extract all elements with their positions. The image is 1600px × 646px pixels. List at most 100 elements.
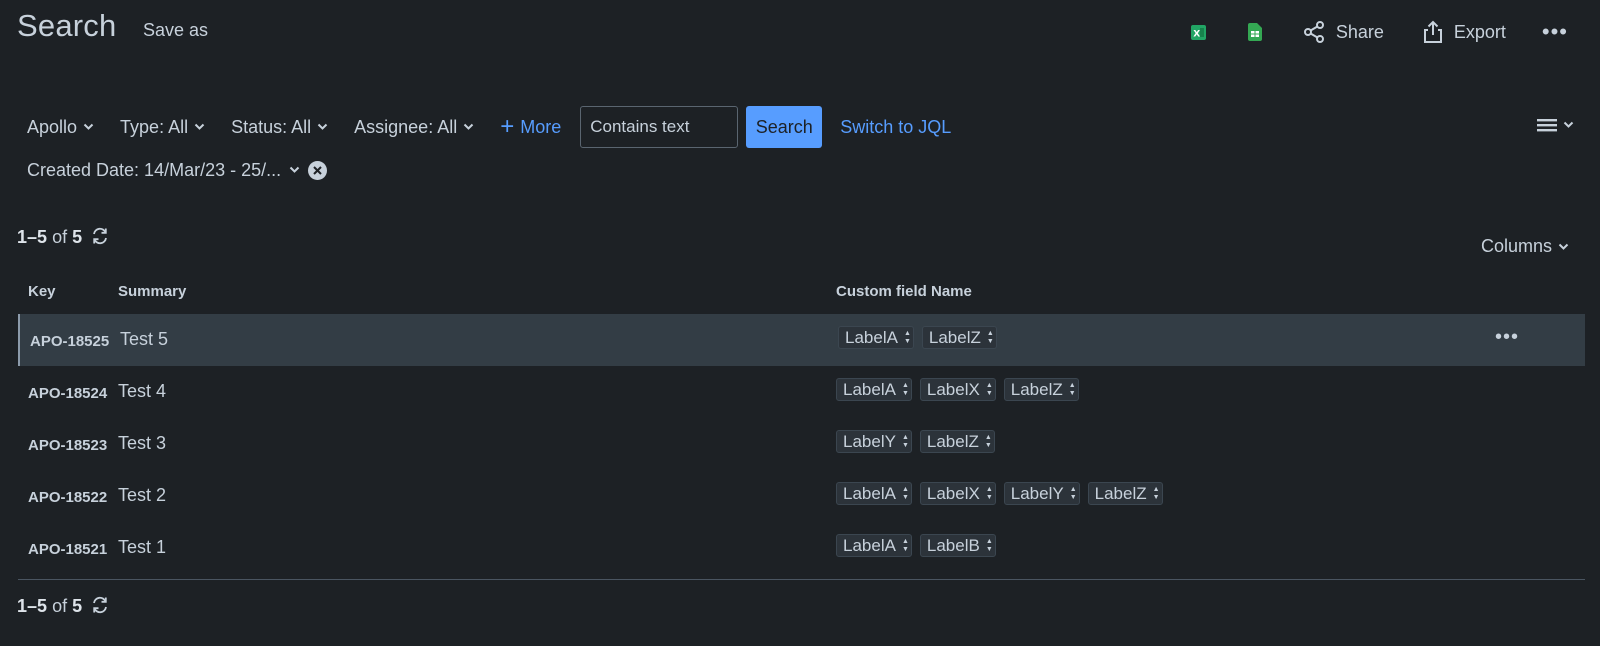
sort-arrows-icon: ▲ ▼ [984,433,992,449]
issue-key[interactable]: APO-18521 [28,541,107,558]
table-row[interactable]: APO-18523 Test 3 LabelY ▲ ▼ LabelZ ▲ ▼ [18,418,1585,470]
plus-icon: + [500,113,515,140]
sort-arrows-icon: ▲ ▼ [985,485,993,501]
label-text: LabelZ [926,431,979,451]
label-tag[interactable]: LabelX ▲ ▼ [919,482,996,505]
label-text: LabelY [1010,483,1064,503]
created-date-filter[interactable]: Created Date: 14/Mar/23 - 25/... [27,157,328,183]
column-header-key[interactable]: Key [28,283,56,300]
switch-to-jql-link[interactable]: Switch to JQL [840,117,951,138]
type-filter-label: Type: All [120,116,189,137]
sort-arrows-icon: ▲ ▼ [901,485,909,501]
label-tag[interactable]: LabelZ ▲ ▼ [1003,378,1079,401]
label-text: LabelA [843,379,896,399]
column-header-summary[interactable]: Summary [118,283,186,300]
chevron-down-icon [83,123,94,130]
assignee-filter[interactable]: Assignee: All [354,117,474,138]
sort-arrows-icon: ▲ ▼ [1068,381,1076,397]
chevron-down-icon[interactable] [289,166,300,174]
label-tag[interactable]: LabelY ▲ ▼ [1003,482,1080,505]
export-button[interactable]: Export [1422,20,1506,44]
clear-filter-icon[interactable] [308,160,328,180]
label-text: LabelY [843,431,896,451]
label-tag[interactable]: LabelX ▲ ▼ [919,378,996,401]
label-tag[interactable]: LabelZ ▲ ▼ [921,326,997,349]
issue-key[interactable]: APO-18524 [28,385,107,402]
issue-summary[interactable]: Test 4 [118,381,166,402]
issue-key[interactable]: APO-18525 [30,333,109,350]
sort-arrows-icon: ▲ ▼ [901,433,909,449]
chevron-down-icon [194,123,205,130]
label-tag[interactable]: LabelA ▲ ▼ [836,482,912,505]
sort-arrows-icon: ▲ ▼ [1152,485,1160,501]
columns-label: Columns [1480,236,1552,256]
sort-arrows-icon: ▲ ▼ [901,381,909,397]
table-row[interactable]: APO-18524 Test 4 LabelA ▲ ▼ LabelX ▲ ▼ Label… [18,366,1585,418]
label-text: LabelB [926,535,980,555]
export-icon [1423,20,1442,43]
columns-button[interactable]: Columns [1481,236,1569,257]
chevron-down-icon [1563,121,1574,128]
sort-arrows-icon: ▲ ▼ [985,381,993,397]
results-of: of [52,227,68,247]
label-text: LabelX [926,379,980,399]
issue-summary[interactable]: Test 2 [118,485,166,506]
search-button[interactable]: Search [746,106,823,148]
export-label: Export [1453,21,1506,42]
results-count: 1–5 of 5 [17,227,109,248]
label-text: LabelA [843,535,896,555]
contains-text-input[interactable] [580,106,739,148]
created-date-label: Created Date: 14/Mar/23 - 25/... [27,159,282,180]
label-tag[interactable]: LabelY ▲ ▼ [836,430,912,453]
issue-summary[interactable]: Test 5 [120,329,168,350]
issue-summary[interactable]: Test 1 [118,537,166,558]
share-button[interactable]: Share [1302,20,1384,44]
label-tag[interactable]: LabelA ▲ ▼ [836,534,912,557]
svg-text:X: X [1194,29,1201,39]
label-tag[interactable]: LabelA ▲ ▼ [836,378,912,401]
label-tag[interactable]: LabelA ▲ ▼ [838,326,914,349]
table-row[interactable]: APO-18522 Test 2 LabelA ▲ ▼ LabelX ▲ ▼ Label… [18,470,1585,522]
issue-summary[interactable]: Test 3 [118,433,166,454]
results-total: 5 [72,227,83,247]
refresh-icon[interactable] [91,227,109,245]
sort-arrows-icon: ▲ ▼ [985,537,993,553]
save-as-button[interactable]: Save as [143,20,208,41]
results-range: 1–5 [17,596,48,616]
share-label: Share [1335,21,1384,42]
chevron-down-icon [1558,243,1569,250]
column-header-custom-field[interactable]: Custom field Name [836,283,972,300]
label-tag[interactable]: LabelZ ▲ ▼ [919,430,995,453]
issue-key[interactable]: APO-18522 [28,489,107,506]
sort-arrows-icon: ▲ ▼ [1069,485,1077,501]
type-filter[interactable]: Type: All [120,117,205,138]
more-actions-icon[interactable]: ••• [1542,21,1568,43]
refresh-icon[interactable] [91,596,109,614]
google-sheets-icon[interactable] [1246,22,1264,42]
row-actions-icon[interactable]: ••• [1495,327,1519,347]
top-actions: X Share Export ••• [1190,18,1568,46]
label-text: LabelX [926,483,980,503]
project-filter[interactable]: Apollo [27,117,94,138]
status-filter[interactable]: Status: All [231,117,328,138]
table-row[interactable]: APO-18525 Test 5 LabelA ▲ ▼ LabelZ ▲ ▼ ••• [18,314,1585,366]
label-tag[interactable]: LabelZ ▲ ▼ [1087,482,1163,505]
issue-key[interactable]: APO-18523 [28,437,107,454]
label-text: LabelZ [928,327,981,347]
label-tag[interactable]: LabelB ▲ ▼ [919,534,996,557]
filter-bar: Apollo Type: All Status: All Assignee: A… [27,106,951,148]
label-text: LabelA [845,327,898,347]
more-filters-button[interactable]: + More [500,113,562,140]
view-options-button[interactable] [1537,117,1574,133]
excel-export-icon[interactable]: X [1190,22,1208,42]
more-filters-label: More [520,116,562,137]
project-filter-label: Apollo [27,116,78,137]
results-count-bottom: 1–5 of 5 [17,596,109,617]
sort-arrows-icon: ▲ ▼ [903,329,911,345]
chevron-down-icon [463,123,474,130]
sort-arrows-icon: ▲ ▼ [901,537,909,553]
results-range: 1–5 [17,227,48,247]
table-row[interactable]: APO-18521 Test 1 LabelA ▲ ▼ LabelB ▲ ▼ [18,522,1585,574]
label-text: LabelZ [1094,483,1147,503]
results-total: 5 [72,596,83,616]
